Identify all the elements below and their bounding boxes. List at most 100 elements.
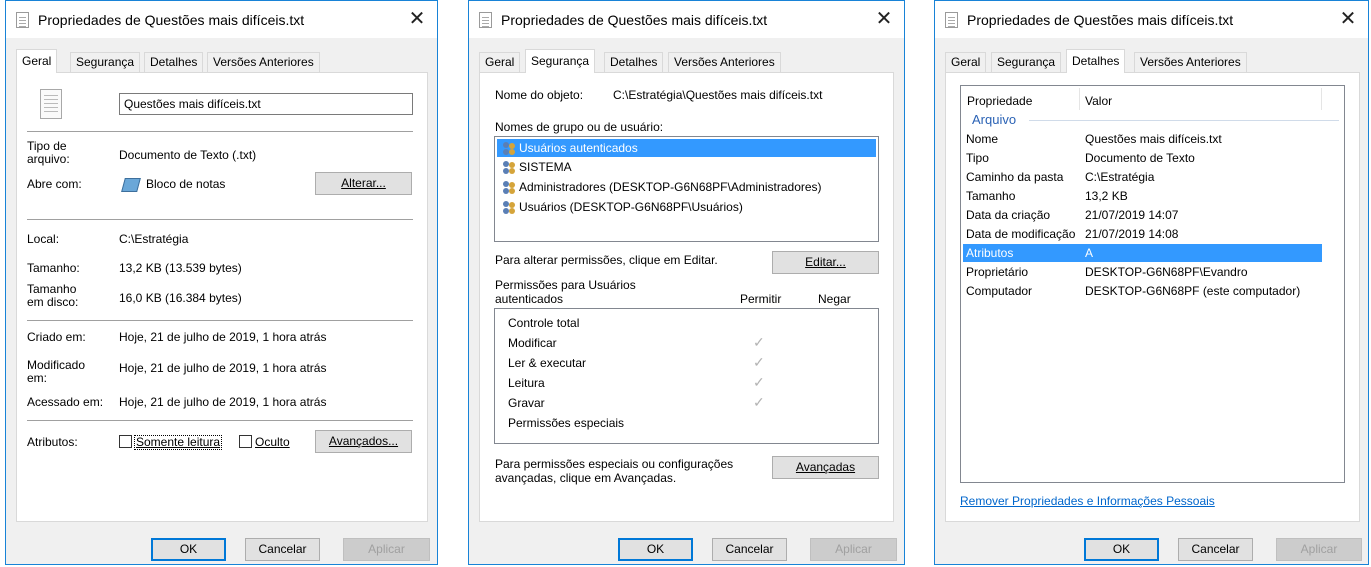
permissions-list: Controle total Modificar ✓ Ler & executa…	[494, 308, 879, 444]
list-item[interactable]: Usuários (DESKTOP-G6N68PF\Usuários)	[497, 198, 876, 216]
ok-button[interactable]: OK	[151, 538, 226, 561]
tab-detalhes[interactable]: Detalhes	[604, 52, 664, 72]
edit-hint: Para alterar permissões, clique em Edita…	[495, 253, 718, 267]
list-item[interactable]: SISTEMA	[497, 158, 876, 176]
detail-prop: Caminho da pasta	[966, 170, 1064, 184]
cancel-button[interactable]: Cancelar	[712, 538, 787, 561]
detail-prop: Proprietário	[966, 265, 1029, 279]
apply-button[interactable]: Aplicar	[1276, 538, 1362, 561]
advanced-button[interactable]: Avançadas	[772, 456, 879, 479]
tab-geral[interactable]: Geral	[479, 52, 521, 72]
cancel-button[interactable]: Cancelar	[245, 538, 320, 561]
tab-geral[interactable]: Geral	[16, 49, 58, 73]
properties-dialog-security: Propriedades de Questões mais difíceis.t…	[468, 0, 905, 565]
dialog-title: Propriedades de Questões mais difíceis.t…	[967, 12, 1234, 28]
security-panel: Nome do objeto: C:\Estratégia\Questões m…	[479, 72, 894, 522]
cancel-button[interactable]: Cancelar	[1178, 538, 1253, 561]
opens-with-value: Bloco de notas	[146, 177, 226, 191]
detail-value: 21/07/2019 14:07	[1085, 208, 1179, 222]
properties-dialog-details: Propriedades de Questões mais difíceis.t…	[934, 0, 1369, 565]
permission-name: Controle total	[508, 316, 580, 330]
modified-value: Hoje, 21 de julho de 2019, 1 hora atrás	[119, 361, 327, 375]
detail-prop: Data da criação	[966, 208, 1051, 222]
readonly-checkbox[interactable]	[119, 435, 132, 448]
ok-button[interactable]: OK	[1084, 538, 1159, 561]
object-name-label: Nome do objeto:	[495, 88, 584, 102]
permissions-title: Permissões para Usuários	[495, 278, 636, 292]
property-column-header[interactable]: Propriedade	[967, 94, 1032, 108]
group-name: Usuários autenticados	[519, 141, 638, 155]
apply-button[interactable]: Aplicar	[810, 538, 897, 561]
hidden-checkbox[interactable]	[239, 435, 252, 448]
groups-list: Usuários autenticados SISTEMA Administra…	[494, 136, 879, 242]
text-file-icon	[16, 12, 29, 28]
opens-with-label: Abre com:	[27, 177, 82, 191]
detail-value: DESKTOP-G6N68PF (este computador)	[1085, 284, 1301, 298]
check-icon: ✓	[753, 334, 765, 350]
advanced-button-label: Avançadas	[795, 460, 856, 474]
section-header: Arquivo	[972, 112, 1017, 127]
permission-name: Permissões especiais	[508, 416, 625, 430]
created-value: Hoje, 21 de julho de 2019, 1 hora atrás	[119, 330, 327, 344]
tab-versoes-anteriores[interactable]: Versões Anteriores	[207, 52, 320, 72]
tab-detalhes[interactable]: Detalhes	[1066, 49, 1126, 73]
change-button[interactable]: Alterar...	[315, 172, 412, 195]
advanced-button[interactable]: Avançados...	[315, 430, 412, 453]
details-list: Propriedade Valor Arquivo Nome Questões …	[960, 85, 1345, 483]
deny-header: Negar	[818, 292, 851, 306]
close-icon[interactable]: ✕	[405, 7, 429, 31]
hidden-label[interactable]: Oculto	[255, 435, 290, 449]
detail-prop: Computador	[966, 284, 1033, 298]
edit-button-label: Editar...	[805, 255, 846, 269]
properties-dialog-general: Propriedades de Questões mais difíceis.t…	[5, 0, 438, 565]
detail-value: 13,2 KB	[1085, 189, 1128, 203]
dialog-title: Propriedades de Questões mais difíceis.t…	[38, 12, 305, 28]
filename-field[interactable]: Questões mais difíceis.txt	[119, 93, 413, 115]
edit-button[interactable]: Editar...	[772, 251, 879, 274]
permission-name: Leitura	[508, 376, 545, 390]
permission-name: Modificar	[508, 336, 557, 350]
allow-header: Permitir	[740, 292, 782, 306]
size-value: 13,2 KB (13.539 bytes)	[119, 261, 242, 275]
check-icon: ✓	[753, 374, 765, 390]
dialog-title: Propriedades de Questões mais difíceis.t…	[501, 12, 768, 28]
tab-detalhes[interactable]: Detalhes	[144, 52, 204, 72]
accessed-value: Hoje, 21 de julho de 2019, 1 hora atrás	[119, 395, 327, 409]
check-icon: ✓	[753, 394, 765, 410]
location-label: Local:	[27, 232, 60, 246]
permission-name: Ler & executar	[508, 356, 587, 370]
detail-value: DESKTOP-G6N68PF\Evandro	[1085, 265, 1248, 279]
text-file-icon	[479, 12, 492, 28]
title-bar: Propriedades de Questões mais difíceis.t…	[935, 1, 1368, 38]
tab-geral[interactable]: Geral	[945, 52, 987, 72]
tab-versoes-anteriores[interactable]: Versões Anteriores	[668, 52, 781, 72]
list-item-selected[interactable]: Usuários autenticados	[497, 139, 876, 157]
selected-detail-row[interactable]: Atributos A	[963, 244, 1322, 262]
tab-seguranca[interactable]: Segurança	[991, 52, 1062, 72]
detail-prop: Data de modificação	[966, 227, 1076, 241]
tab-seguranca[interactable]: Segurança	[525, 49, 596, 73]
file-type-value: Documento de Texto (.txt)	[119, 148, 257, 162]
check-icon: ✓	[753, 354, 765, 370]
users-icon	[502, 141, 518, 155]
detail-prop: Tipo	[966, 151, 989, 165]
users-icon	[502, 200, 518, 214]
readonly-label[interactable]: Somente leitura	[134, 435, 223, 450]
tab-versoes-anteriores[interactable]: Versões Anteriores	[1134, 52, 1247, 72]
location-value: C:\Estratégia	[119, 232, 189, 246]
general-panel: Questões mais difíceis.txt Tipo de arqui…	[16, 72, 428, 522]
details-panel: Propriedade Valor Arquivo Nome Questões …	[945, 72, 1360, 522]
close-icon[interactable]: ✕	[872, 7, 896, 31]
title-bar: Propriedades de Questões mais difíceis.t…	[469, 1, 904, 38]
remove-properties-link[interactable]: Remover Propriedades e Informações Pesso…	[960, 494, 1215, 508]
group-name: SISTEMA	[519, 160, 572, 174]
group-name: Usuários (DESKTOP-G6N68PF\Usuários)	[519, 200, 743, 214]
users-icon	[502, 180, 518, 194]
created-label: Criado em:	[27, 330, 86, 344]
ok-button[interactable]: OK	[618, 538, 693, 561]
value-column-header[interactable]: Valor	[1085, 94, 1112, 108]
apply-button[interactable]: Aplicar	[343, 538, 430, 561]
list-item[interactable]: Administradores (DESKTOP-G6N68PF\Adminis…	[497, 178, 876, 196]
tab-seguranca[interactable]: Segurança	[70, 52, 141, 72]
close-icon[interactable]: ✕	[1336, 7, 1360, 31]
